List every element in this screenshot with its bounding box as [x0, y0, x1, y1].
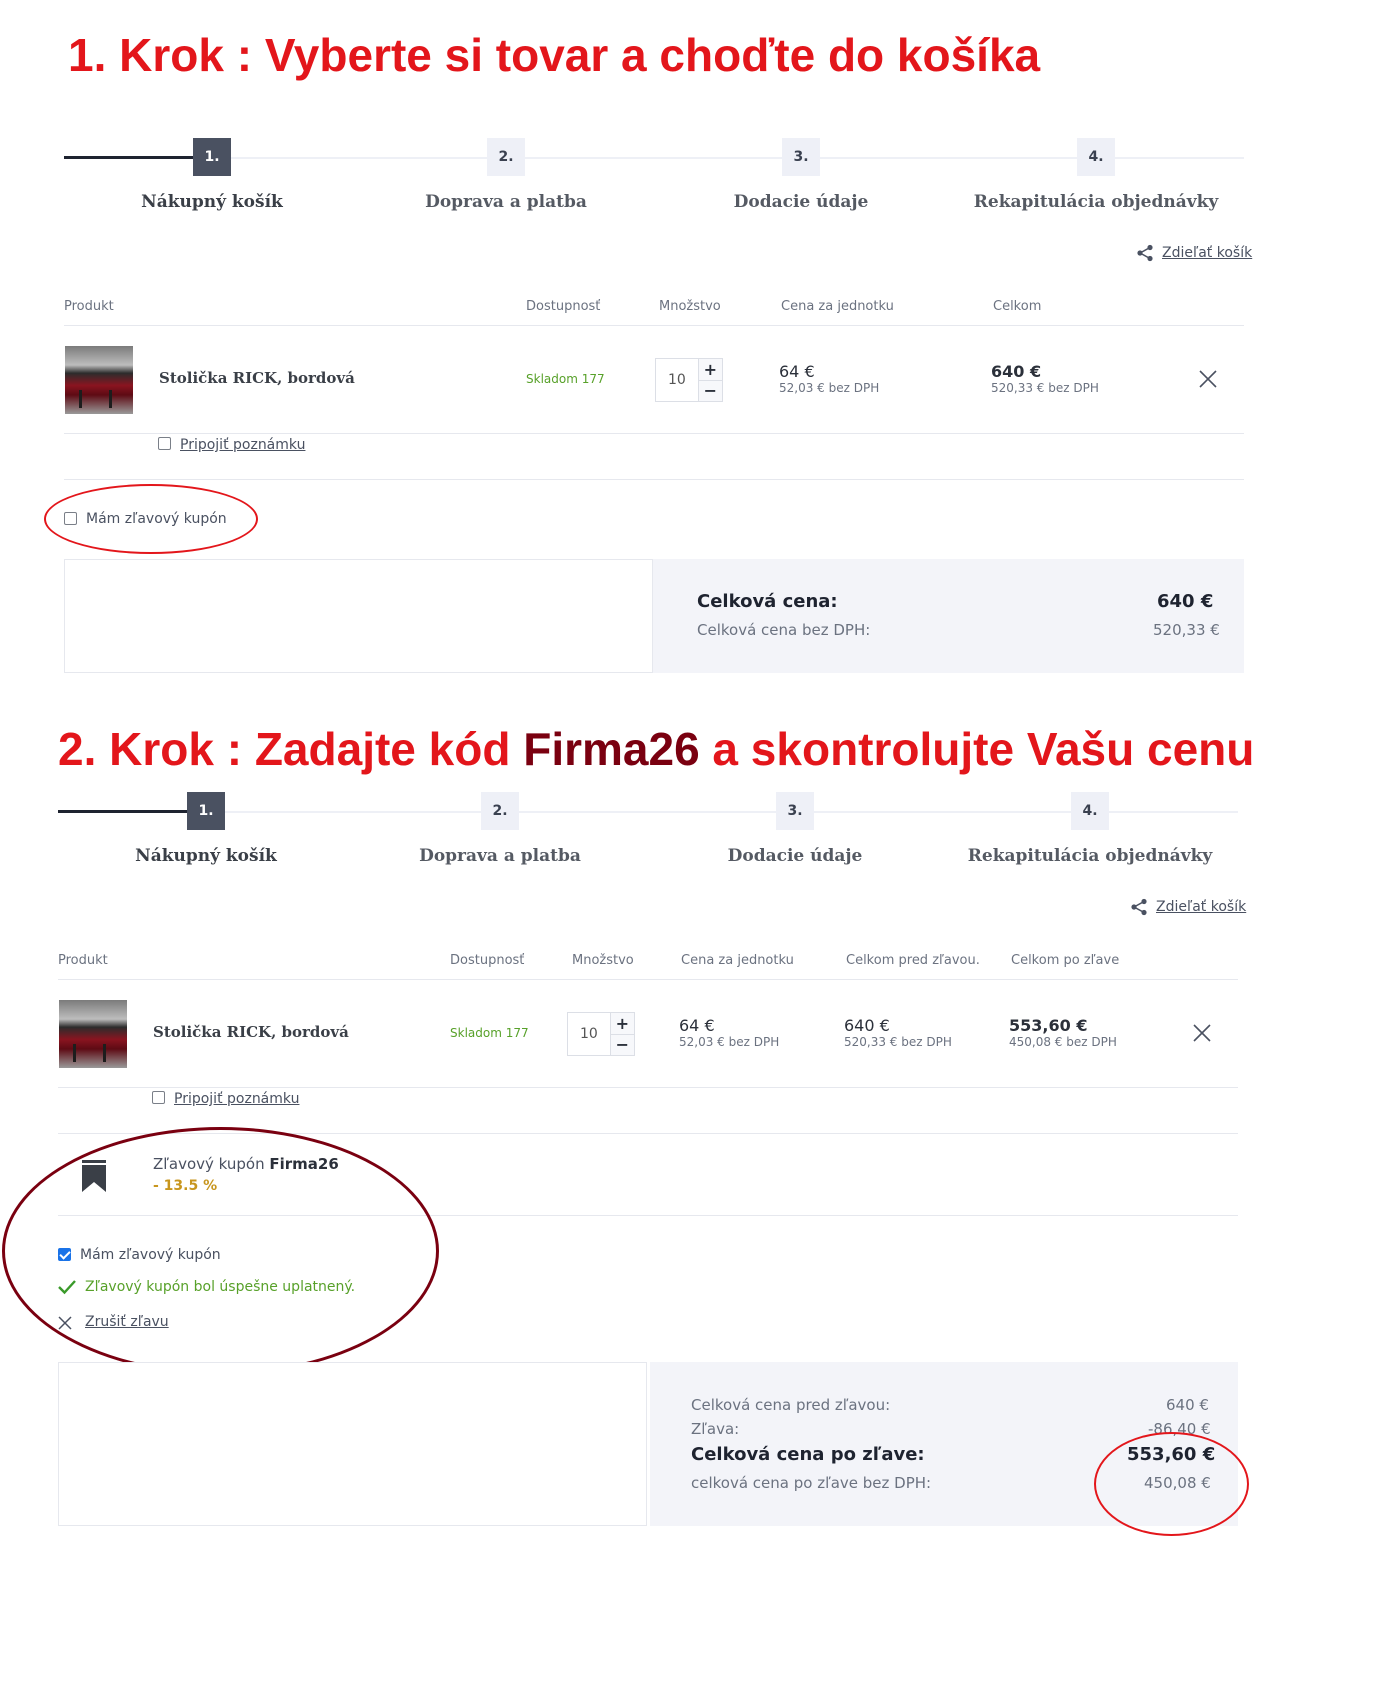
divider — [64, 479, 1244, 480]
step-number-4[interactable]: 4. — [1071, 792, 1109, 830]
total-net-value: 520,33 € — [1153, 621, 1220, 639]
total-before-value: 640 € — [1166, 1396, 1209, 1414]
quantity-input[interactable]: 10 — [568, 1013, 611, 1055]
col-total: Celkom — [993, 299, 1042, 314]
total-net-label: Celková cena bez DPH: — [697, 621, 871, 639]
plus-icon[interactable]: + — [610, 1013, 634, 1035]
total-price-label: Celková cena: — [697, 591, 838, 612]
step-label-shipping[interactable]: Doprava a platba — [350, 846, 650, 866]
step-label-summary[interactable]: Rekapitulácia objednávky — [946, 192, 1246, 212]
col-total-before: Celkom pred zľavou. — [846, 953, 980, 968]
share-cart[interactable]: Zdieľať košík — [1130, 898, 1246, 916]
notes-panel — [64, 559, 653, 673]
stock-status: Skladom 177 — [526, 372, 605, 386]
step-number-4[interactable]: 4. — [1077, 138, 1115, 176]
product-name[interactable]: Stolička RICK, bordová — [153, 1023, 349, 1041]
col-quantity: Množstvo — [659, 299, 721, 314]
total-after-label: Celková cena po zľave: — [691, 1444, 925, 1465]
col-product: Produkt — [64, 299, 114, 314]
divider — [58, 979, 1238, 980]
step2-heading-code: Firma26 — [523, 723, 700, 775]
share-cart-link[interactable]: Zdieľať košík — [1162, 245, 1252, 261]
product-thumbnail[interactable] — [65, 346, 133, 414]
row-total-before: 640 € — [844, 1016, 890, 1035]
product-name[interactable]: Stolička RICK, bordová — [159, 369, 355, 387]
step1-heading: 1. Krok : Vyberte si tovar a choďte do k… — [68, 29, 1041, 81]
progress-active-bar — [64, 156, 214, 159]
add-note-link[interactable]: Pripojiť poznámku — [180, 437, 305, 453]
highlight-ellipse — [2, 1127, 439, 1375]
add-note-link[interactable]: Pripojiť poznámku — [174, 1091, 299, 1107]
col-availability: Dostupnosť — [526, 299, 601, 314]
share-cart-link[interactable]: Zdieľať košík — [1156, 899, 1246, 915]
notes-panel — [58, 1362, 647, 1526]
summary-panel — [653, 559, 1244, 673]
col-availability: Dostupnosť — [450, 953, 525, 968]
step-label-cart[interactable]: Nákupný košík — [62, 192, 362, 212]
step-number-3[interactable]: 3. — [782, 138, 820, 176]
step-number-2[interactable]: 2. — [487, 138, 525, 176]
row-total-before-net: 520,33 € bez DPH — [844, 1035, 952, 1049]
total-price-value: 640 € — [1157, 591, 1214, 612]
discount-label: Zľava: — [691, 1420, 740, 1438]
divider — [64, 433, 1244, 434]
product-thumbnail[interactable] — [59, 1000, 127, 1068]
row-total-after: 553,60 € — [1009, 1016, 1088, 1035]
unit-price: 64 € — [779, 362, 815, 381]
col-unit-price: Cena za jednotku — [681, 953, 794, 968]
step-label-summary[interactable]: Rekapitulácia objednávky — [940, 846, 1240, 866]
step2-heading: 2. Krok : Zadajte kód Firma26 a skontrol… — [58, 722, 1254, 776]
step-label-delivery[interactable]: Dodacie údaje — [651, 192, 951, 212]
highlight-ellipse — [1094, 1432, 1249, 1536]
plus-icon[interactable]: + — [698, 359, 722, 381]
row-total-net: 520,33 € bez DPH — [991, 381, 1099, 395]
divider — [64, 325, 1244, 326]
remove-item-icon[interactable] — [1191, 1022, 1213, 1044]
minus-icon[interactable]: − — [698, 380, 722, 401]
stock-status: Skladom 177 — [450, 1026, 529, 1040]
divider — [58, 1087, 1238, 1088]
quantity-stepper[interactable]: 10 + − — [655, 358, 723, 402]
note-checkbox[interactable] — [152, 1091, 165, 1104]
col-product: Produkt — [58, 953, 108, 968]
progress-track — [64, 157, 1244, 159]
highlight-ellipse — [44, 484, 258, 554]
unit-price: 64 € — [679, 1016, 715, 1035]
unit-price-net: 52,03 € bez DPH — [779, 381, 880, 395]
step-label-delivery[interactable]: Dodacie údaje — [645, 846, 945, 866]
total-before-label: Celková cena pred zľavou: — [691, 1396, 891, 1414]
note-checkbox[interactable] — [158, 437, 171, 450]
row-total-after-net: 450,08 € bez DPH — [1009, 1035, 1117, 1049]
step2-heading-prefix: 2. Krok : Zadajte kód — [58, 723, 524, 775]
minus-icon[interactable]: − — [610, 1034, 634, 1055]
col-quantity: Množstvo — [572, 953, 634, 968]
step2-heading-suffix: a skontrolujte Vašu cenu — [699, 723, 1255, 775]
step-number-2[interactable]: 2. — [481, 792, 519, 830]
step-number-1[interactable]: 1. — [193, 138, 231, 176]
step-label-cart[interactable]: Nákupný košík — [56, 846, 356, 866]
unit-price-net: 52,03 € bez DPH — [679, 1035, 780, 1049]
progress-active-bar — [58, 810, 208, 813]
share-cart[interactable]: Zdieľať košík — [1136, 244, 1252, 262]
step-label-shipping[interactable]: Doprava a platba — [356, 192, 656, 212]
col-unit-price: Cena za jednotku — [781, 299, 894, 314]
step-number-3[interactable]: 3. — [776, 792, 814, 830]
quantity-stepper[interactable]: 10 + − — [567, 1012, 635, 1056]
row-total: 640 € — [991, 362, 1042, 381]
share-icon — [1137, 244, 1153, 262]
progress-track — [58, 811, 1238, 813]
step-number-1[interactable]: 1. — [187, 792, 225, 830]
col-total-after: Celkom po zľave — [1011, 953, 1120, 968]
total-after-net-label: celková cena po zľave bez DPH: — [691, 1474, 932, 1492]
remove-item-icon[interactable] — [1197, 368, 1219, 390]
quantity-input[interactable]: 10 — [656, 359, 699, 401]
share-icon — [1131, 898, 1147, 916]
